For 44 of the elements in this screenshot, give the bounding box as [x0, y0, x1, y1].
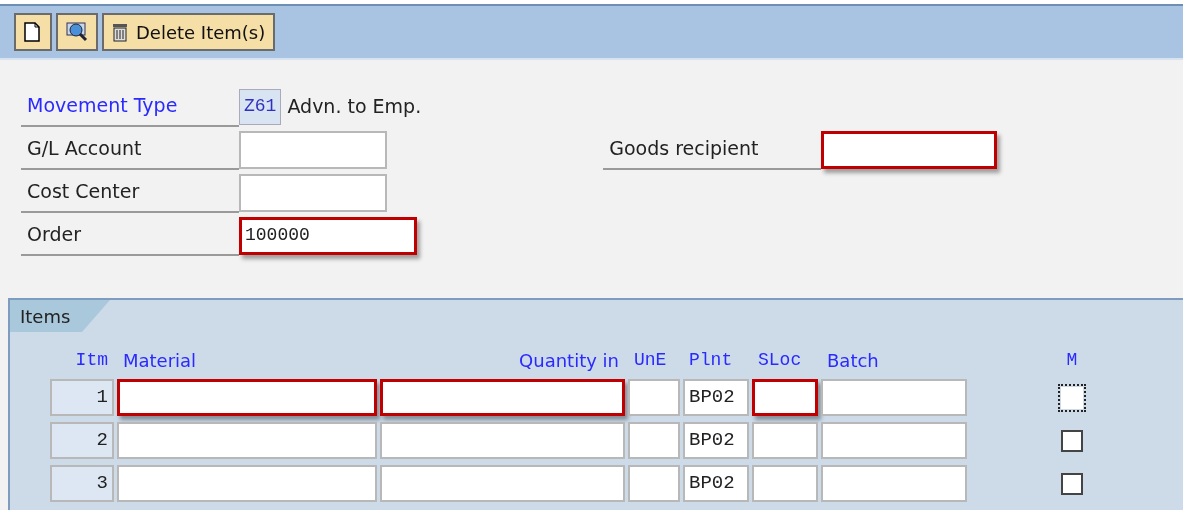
- column-header: Quantity in: [518, 348, 620, 373]
- delete-items-button[interactable]: Delete Item(s): [102, 13, 276, 51]
- item-number-cell[interactable]: 1: [50, 379, 114, 416]
- column-header: UnE: [633, 348, 668, 372]
- unit-field[interactable]: [628, 379, 680, 416]
- column-header: M: [1065, 348, 1079, 372]
- find-button[interactable]: [56, 13, 98, 51]
- plant-field[interactable]: BP02: [683, 379, 749, 416]
- quantity-field[interactable]: [380, 465, 625, 502]
- trash-icon: [112, 22, 128, 42]
- plant-field[interactable]: BP02: [683, 422, 749, 459]
- batch-field[interactable]: [821, 465, 967, 502]
- input-field[interactable]: [239, 130, 387, 169]
- new-button[interactable]: [14, 13, 52, 51]
- items-tab[interactable]: Items: [10, 300, 110, 332]
- column-header: Batch: [826, 348, 880, 373]
- column-header: Itm: [74, 348, 109, 372]
- storage-location-field[interactable]: [752, 465, 818, 502]
- material-field[interactable]: [117, 465, 377, 502]
- material-field[interactable]: [117, 422, 377, 459]
- column-header: Material: [122, 348, 198, 373]
- blank-page-icon: [24, 22, 40, 42]
- batch-field[interactable]: [821, 379, 967, 416]
- storage-location-field[interactable]: [752, 422, 818, 459]
- magnifier-icon: [66, 21, 88, 43]
- movement-type-value: Z61: [239, 88, 282, 125]
- unit-field[interactable]: [628, 465, 680, 502]
- checkbox[interactable]: [1061, 472, 1083, 495]
- plant-field[interactable]: BP02: [683, 465, 749, 502]
- input-field[interactable]: [239, 173, 387, 212]
- storage-location-field[interactable]: [752, 379, 818, 416]
- input-field[interactable]: [821, 130, 998, 169]
- input-field[interactable]: 100000: [239, 216, 417, 255]
- quantity-field[interactable]: [380, 422, 625, 459]
- quantity-field[interactable]: [380, 379, 625, 416]
- movement-type-description: Advn. to Emp.: [287, 94, 422, 120]
- item-number-cell[interactable]: 3: [50, 465, 114, 502]
- batch-field[interactable]: [821, 422, 967, 459]
- column-header: SLoc: [757, 348, 803, 372]
- column-header: Plnt: [688, 348, 734, 372]
- material-field[interactable]: [117, 379, 377, 416]
- item-number-cell[interactable]: 2: [50, 422, 114, 459]
- unit-field[interactable]: [628, 422, 680, 459]
- checkbox[interactable]: [1061, 429, 1083, 452]
